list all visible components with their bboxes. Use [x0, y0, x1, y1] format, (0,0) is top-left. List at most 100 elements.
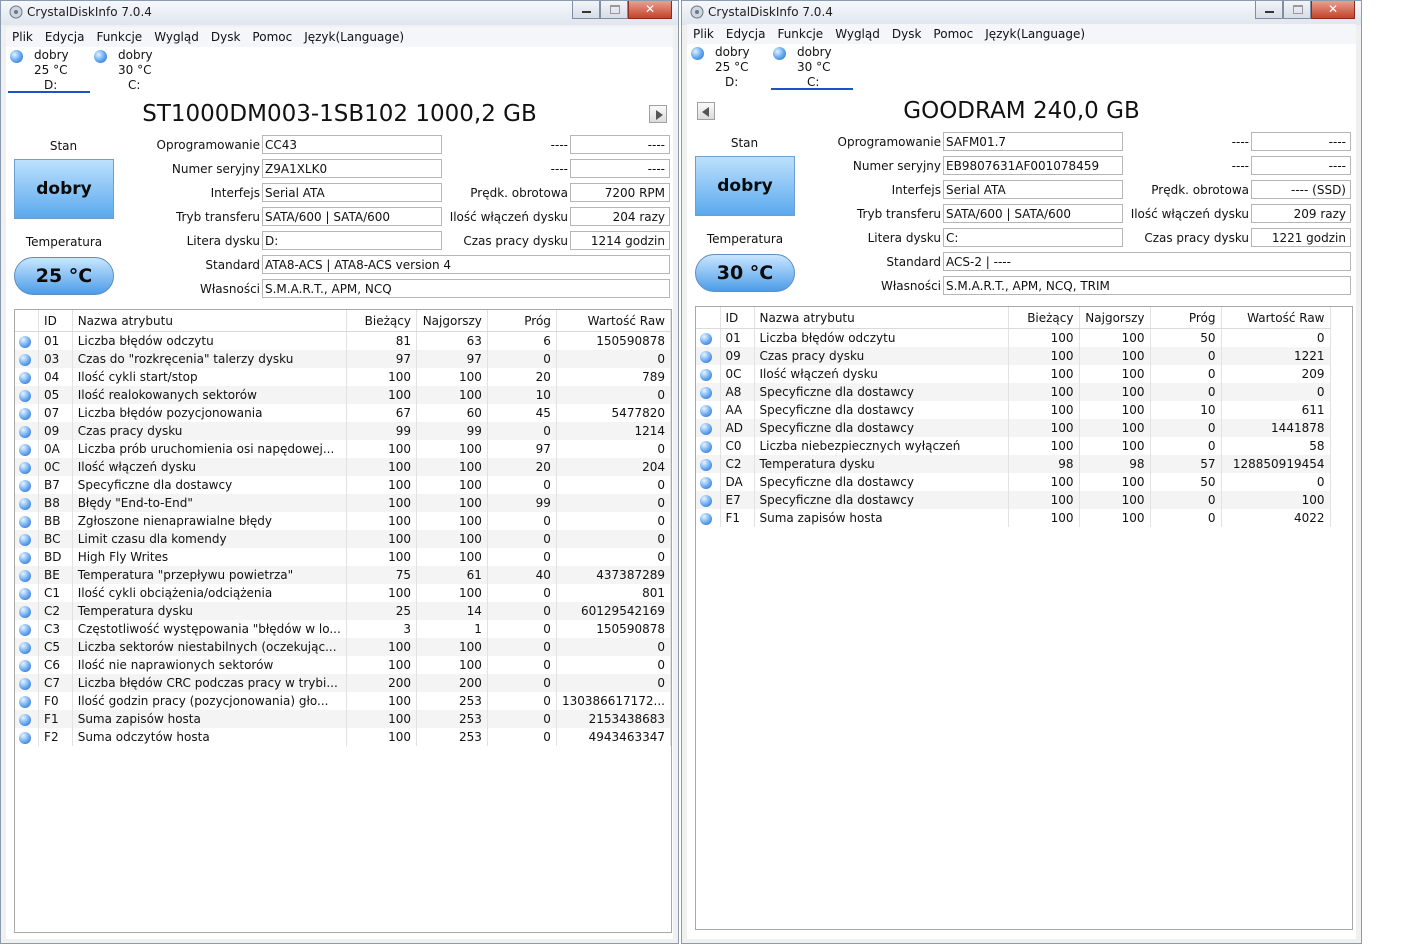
table-row[interactable]: 07 Liczba błędów pozycjonowania 67 60 45 5477…: [15, 404, 671, 422]
status-ball-icon: [94, 50, 107, 63]
attr-worst: 100: [1079, 437, 1151, 455]
table-row[interactable]: C6 Ilość nie naprawionych sektorów 100 100 0…: [15, 656, 671, 674]
menu-plik[interactable]: Plik: [6, 27, 39, 47]
table-row[interactable]: 03 Czas do "rozkręcenia" talerzy dysku 97 9…: [15, 350, 671, 368]
drive-tab-c[interactable]: dobry 30 °C C:: [771, 44, 853, 90]
table-row[interactable]: 01 Liczba błędów odczytu 100 100 50 0: [696, 328, 1331, 347]
col-worst[interactable]: Najgorszy: [416, 310, 488, 332]
menu-plik[interactable]: Plik: [687, 24, 720, 44]
table-row[interactable]: C5 Liczba sektorów niestabilnych (oczekuj…: [15, 638, 671, 656]
table-row[interactable]: 09 Czas pracy dysku 99 99 0 1214: [15, 422, 671, 440]
health-status-button[interactable]: dobry: [695, 156, 795, 216]
attr-threshold: 0: [487, 674, 557, 692]
table-row[interactable]: DA Specyficzne dla dostawcy 100 100 50 0: [696, 473, 1331, 491]
table-row[interactable]: 0C Ilość włączeń dysku 100 100 0 209: [696, 365, 1331, 383]
menu-edycja[interactable]: Edycja: [39, 27, 91, 47]
status-dot-icon: [19, 515, 31, 528]
menu-wyglad[interactable]: Wygląd: [829, 24, 886, 44]
temperature-button[interactable]: 30 °C: [695, 254, 795, 292]
col-current[interactable]: Bieżący: [1008, 307, 1080, 329]
table-row[interactable]: B8 Błędy "End-to-End" 100 100 99 0: [15, 494, 671, 512]
menu-pomoc[interactable]: Pomoc: [246, 27, 298, 47]
col-threshold[interactable]: Próg: [1150, 307, 1222, 329]
table-row[interactable]: F0 Ilość godzin pracy (pozycjonowania) gł…: [15, 692, 671, 710]
rotation-speed-field: ---- (SSD): [1251, 180, 1351, 199]
smart-table-container[interactable]: ID Nazwa atrybutu Bieżący Najgorszy Próg…: [695, 306, 1353, 930]
table-row[interactable]: BE Temperatura "przepływu powietrza" 75 61 4…: [15, 566, 671, 584]
table-row[interactable]: 0A Liczba prób uruchomienia osi napędowej…: [15, 440, 671, 458]
title-bar[interactable]: CrystalDiskInfo 7.0.4: [1, 1, 678, 25]
menu-language[interactable]: Język(Language): [298, 27, 410, 47]
col-current[interactable]: Bieżący: [346, 310, 417, 332]
maximize-button[interactable]: [1283, 1, 1311, 19]
col-id[interactable]: ID: [38, 310, 73, 332]
attr-current: 200: [346, 674, 417, 692]
col-worst[interactable]: Najgorszy: [1079, 307, 1151, 329]
attr-id: C2: [38, 602, 73, 620]
table-row[interactable]: BC Limit czasu dla komendy 100 100 0 0: [15, 530, 671, 548]
menu-pomoc[interactable]: Pomoc: [927, 24, 979, 44]
col-attribute-name[interactable]: Nazwa atrybutu: [72, 310, 347, 332]
previous-drive-button[interactable]: [697, 102, 715, 120]
table-row[interactable]: C7 Liczba błędów CRC podczas pracy w tryb…: [15, 674, 671, 692]
drive-tab-d[interactable]: dobry 25 °C D:: [689, 44, 771, 89]
menu-language[interactable]: Język(Language): [979, 24, 1091, 44]
menu-funkcje[interactable]: Funkcje: [771, 24, 829, 44]
attr-threshold: 0: [487, 692, 557, 710]
table-row[interactable]: 09 Czas pracy dysku 100 100 0 1221: [696, 347, 1331, 365]
attr-worst: 63: [416, 331, 488, 350]
standard-field: ACS-2 | ----: [943, 252, 1351, 271]
table-row[interactable]: C2 Temperatura dysku 25 14 0 60129542169: [15, 602, 671, 620]
minimize-button[interactable]: [572, 1, 600, 19]
menu-wyglad[interactable]: Wygląd: [148, 27, 205, 47]
health-status-button[interactable]: dobry: [14, 159, 114, 219]
table-row[interactable]: C0 Liczba niebezpiecznych wyłączeń 100 100 0…: [696, 437, 1331, 455]
table-row[interactable]: 05 Ilość realokowanych sektorów 100 100 10 0: [15, 386, 671, 404]
col-attribute-name[interactable]: Nazwa atrybutu: [754, 307, 1009, 329]
table-row[interactable]: A8 Specyficzne dla dostawcy 100 100 0 0: [696, 383, 1331, 401]
table-row[interactable]: B7 Specyficzne dla dostawcy 100 100 0 0: [15, 476, 671, 494]
attr-id: 01: [38, 331, 73, 350]
col-id[interactable]: ID: [720, 307, 755, 329]
attr-raw-value: 0: [556, 350, 671, 368]
table-row[interactable]: AD Specyficzne dla dostawcy 100 100 0 1441878: [696, 419, 1331, 437]
menu-dysk[interactable]: Dysk: [886, 24, 928, 44]
status-dot-icon: [700, 512, 712, 525]
temperature-button[interactable]: 25 °C: [14, 257, 114, 295]
maximize-button[interactable]: [600, 1, 628, 19]
table-row[interactable]: 01 Liczba błędów odczytu 81 63 6 150590878: [15, 331, 671, 350]
table-row[interactable]: C2 Temperatura dysku 98 98 57 128850919454: [696, 455, 1331, 473]
attr-id: B7: [38, 476, 73, 494]
table-row[interactable]: F1 Suma zapisów hosta 100 253 0 2153438683: [15, 710, 671, 728]
table-row[interactable]: F2 Suma odczytów hosta 100 253 0 4943463347: [15, 728, 671, 746]
title-bar[interactable]: CrystalDiskInfo 7.0.4: [682, 1, 1361, 25]
col-raw-value[interactable]: Wartość Raw: [556, 310, 671, 332]
next-drive-button[interactable]: [649, 105, 667, 123]
status-icon-cell: [15, 656, 40, 674]
table-row[interactable]: 04 Ilość cykli start/stop 100 100 20 789: [15, 368, 671, 386]
close-button[interactable]: [1311, 1, 1355, 19]
drive-tab-d[interactable]: dobry 25 °C D:: [8, 47, 90, 93]
status-icon-cell: [15, 566, 40, 584]
table-row[interactable]: BB Zgłoszone nienaprawialne błędy 100 100 0 0: [15, 512, 671, 530]
menu-dysk[interactable]: Dysk: [205, 27, 247, 47]
app-icon: [690, 5, 704, 19]
table-row[interactable]: BD High Fly Writes 100 100 0 0: [15, 548, 671, 566]
table-row[interactable]: AA Specyficzne dla dostawcy 100 100 10 611: [696, 401, 1331, 419]
table-row[interactable]: 0C Ilość włączeń dysku 100 100 20 204: [15, 458, 671, 476]
menu-funkcje[interactable]: Funkcje: [90, 27, 148, 47]
drive-tab-c[interactable]: dobry 30 °C C:: [92, 47, 174, 92]
attr-threshold: 0: [487, 584, 557, 602]
minimize-button[interactable]: [1255, 1, 1283, 19]
table-row[interactable]: C1 Ilość cykli obciążenia/odciążenia 100 10…: [15, 584, 671, 602]
menu-edycja[interactable]: Edycja: [720, 24, 772, 44]
close-button[interactable]: [628, 1, 672, 19]
table-row[interactable]: F1 Suma zapisów hosta 100 100 0 4022: [696, 509, 1331, 527]
table-row[interactable]: E7 Specyficzne dla dostawcy 100 100 0 100: [696, 491, 1331, 509]
serial-label: Numer seryjny: [852, 159, 941, 173]
smart-table-container[interactable]: ID Nazwa atrybutu Bieżący Najgorszy Próg…: [14, 309, 672, 933]
attr-worst: 61: [416, 566, 488, 584]
col-raw-value[interactable]: Wartość Raw: [1221, 307, 1331, 329]
table-row[interactable]: C3 Częstotliwość występowania "błędów w l…: [15, 620, 671, 638]
col-threshold[interactable]: Próg: [487, 310, 557, 332]
